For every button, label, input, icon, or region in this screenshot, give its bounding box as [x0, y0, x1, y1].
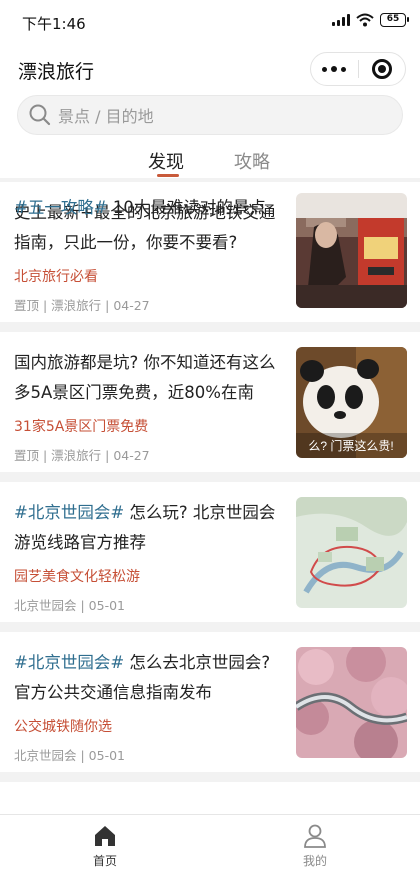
thumbnail-caption: 么? 门票这么贵!	[308, 438, 393, 453]
search-placeholder: 景点 / 目的地	[58, 107, 154, 126]
article-thumbnail-map	[296, 497, 407, 608]
tab-guide[interactable]: 攻略	[234, 148, 270, 174]
article-title: #北京世园会# 怎么玩? 北京世园会游览线路官方推荐	[14, 498, 282, 558]
article-meta: 置顶 | 漂浪旅行 | 04-27	[14, 298, 150, 313]
active-tab-indicator	[157, 174, 179, 177]
article-title: #北京世园会# 怎么去北京世园会? 官方公共交通信息指南发布	[14, 648, 282, 708]
article-title: #五一攻略# 10大最难读对的景点名	[14, 196, 282, 218]
article-subtitle: 公交城铁随你选	[14, 719, 112, 735]
article-meta: 北京世园会 | 05-01	[14, 748, 125, 763]
dot-icon	[341, 66, 347, 72]
article-card[interactable]: #北京世园会# 怎么去北京世园会? 官方公共交通信息指南发布 公交城铁随你选 北…	[0, 632, 420, 772]
dot-icon	[322, 66, 328, 72]
article-thumbnail-train	[296, 647, 407, 758]
article-subtitle: 31家5A景区门票免费	[14, 419, 149, 435]
home-icon	[95, 826, 115, 846]
bottom-tab-bar: 首页 我的	[0, 814, 420, 874]
article-title: 国内旅游都是坑? 你不知道还有这么多5A景区门票免费，近80%在南	[14, 353, 276, 402]
divider	[0, 322, 420, 332]
close-miniprogram-button[interactable]	[359, 59, 406, 79]
divider	[0, 472, 420, 482]
article-feed: 史上最新+最全的北京旅游地铁交通指南，只此一份，你要不要看? 北京旅行必看 置顶…	[0, 178, 420, 782]
signal-icon	[332, 14, 350, 26]
nav-bar: 漂浪旅行	[0, 44, 420, 94]
status-bar: 下午1:46 65	[0, 0, 420, 44]
search-icon	[29, 104, 51, 126]
tabbar-item-mine[interactable]: 我的	[275, 823, 355, 869]
article-hashtag[interactable]: #北京世园会#	[14, 503, 124, 522]
article-subtitle: 北京旅行必看	[14, 269, 98, 285]
tabbar-item-home[interactable]: 首页	[65, 823, 145, 869]
tabbar-label: 我的	[302, 854, 327, 868]
divider	[0, 622, 420, 632]
page-title: 漂浪旅行	[18, 61, 95, 83]
divider	[0, 772, 420, 782]
content-tabs: 发现 攻略	[0, 143, 420, 177]
miniprogram-capsule	[310, 52, 406, 86]
article-meta: 北京世园会 | 05-01	[14, 598, 125, 613]
article-card[interactable]: #北京世园会# 怎么玩? 北京世园会游览线路官方推荐 园艺美食文化轻松游 北京世…	[0, 482, 420, 622]
status-icons: 65	[332, 13, 409, 27]
article-hashtag[interactable]: #北京世园会#	[14, 653, 124, 672]
article-thumbnail	[296, 193, 407, 218]
more-menu-button[interactable]	[311, 66, 358, 72]
article-hashtag[interactable]: #五一攻略#	[14, 198, 108, 217]
search-input[interactable]: 景点 / 目的地	[17, 95, 403, 135]
article-thumbnail-panda: 么? 门票这么贵!	[296, 347, 407, 458]
article-card[interactable]: 国内旅游都是坑? 你不知道还有这么多5A景区门票免费，近80%在南 31家5A景…	[0, 332, 420, 472]
article-meta: 置顶 | 漂浪旅行 | 04-27	[14, 448, 150, 463]
article-subtitle: 园艺美食文化轻松游	[14, 569, 140, 585]
tabbar-label: 首页	[92, 854, 117, 868]
user-icon	[304, 824, 326, 848]
dot-icon	[331, 66, 338, 72]
status-time: 下午1:46	[22, 15, 86, 33]
wifi-icon	[356, 13, 374, 27]
target-icon	[371, 59, 392, 79]
battery-icon: 65	[380, 13, 409, 27]
article-card[interactable]: #五一攻略# 10大最难读对的景点名	[0, 178, 420, 218]
tab-discover[interactable]: 发现	[148, 148, 184, 174]
